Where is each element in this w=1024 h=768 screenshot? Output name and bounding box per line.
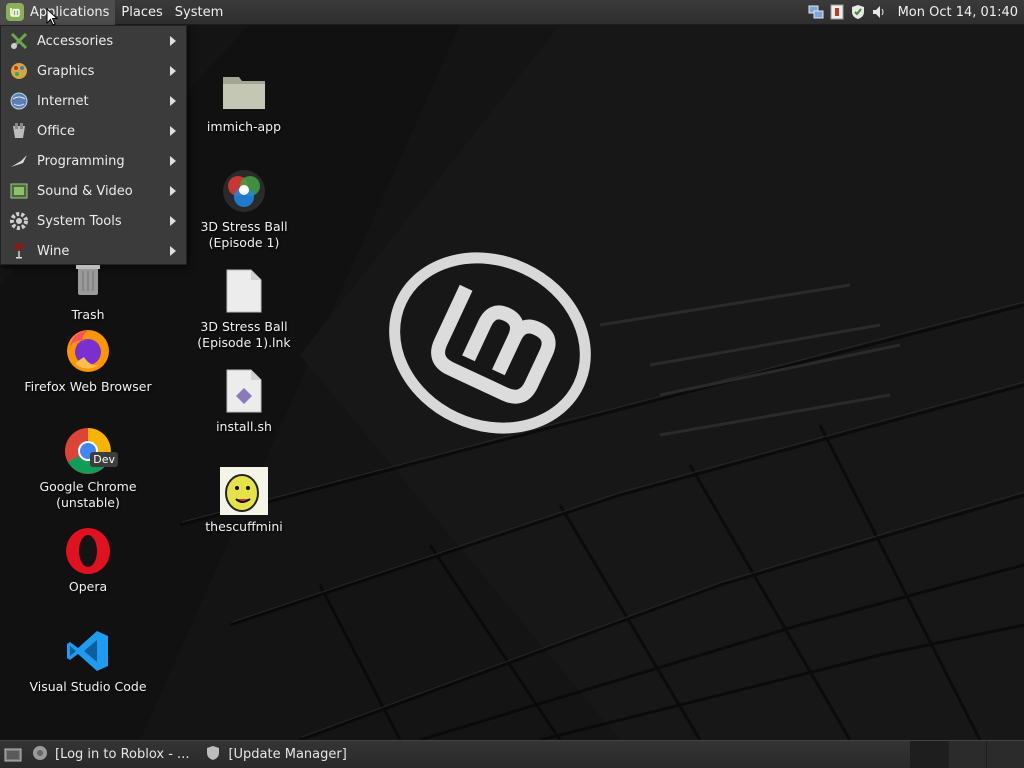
- script-icon: [220, 367, 268, 415]
- desktop-icon-install-sh[interactable]: install.sh: [169, 367, 319, 435]
- chrome-dev-icon: Dev: [64, 427, 118, 475]
- mint-menu-icon: [6, 3, 24, 21]
- vscode-icon: [64, 627, 112, 675]
- applications-menu: Accessories Graphics Internet Office Pro…: [0, 25, 187, 265]
- menu-item-sound-video[interactable]: Sound & Video: [1, 176, 186, 206]
- desktop-icon-label: Opera: [68, 579, 108, 594]
- desktop-icon-google-chrome-unstable[interactable]: Dev Google Chrome (unstable): [13, 427, 163, 511]
- dev-badge: Dev: [90, 452, 118, 467]
- desktop-icon-visual-studio-code[interactable]: Visual Studio Code: [13, 627, 163, 695]
- desktop-icon-opera[interactable]: Opera: [13, 527, 163, 595]
- desktop-icon-label: 3D Stress Ball (Episode 1).lnk: [197, 319, 291, 350]
- internet-icon: [8, 90, 30, 112]
- office-icon: [8, 120, 30, 142]
- menu-item-label: Internet: [37, 93, 89, 109]
- network-icon[interactable]: [808, 4, 824, 20]
- taskbar-button-label: [Log in to Roblox - ...: [55, 747, 190, 762]
- desktop-icon-trash[interactable]: Trash: [13, 255, 163, 323]
- menu-item-accessories[interactable]: Accessories: [1, 26, 186, 56]
- mouse-cursor-icon: [46, 8, 58, 26]
- folder-icon: [220, 67, 268, 115]
- menu-item-system-tools[interactable]: System Tools: [1, 206, 186, 236]
- submenu-arrow-icon: [170, 156, 176, 166]
- system-tools-icon: [8, 210, 30, 232]
- desktop-icon-firefox[interactable]: Firefox Web Browser: [13, 327, 163, 395]
- programming-icon: [8, 150, 30, 172]
- desktop-icon-label: thescuffmini: [205, 519, 283, 534]
- menu-item-programming[interactable]: Programming: [1, 146, 186, 176]
- file-icon: [220, 267, 268, 315]
- chrome-icon: [32, 745, 48, 765]
- menu-item-internet[interactable]: Internet: [1, 86, 186, 116]
- desktop-icon-label: install.sh: [216, 419, 272, 434]
- trash-icon: [64, 255, 112, 303]
- top-panel: Applications Places System Mon Oct 14, 0…: [0, 0, 1024, 25]
- menu-item-label: Office: [37, 123, 75, 139]
- workspace-2[interactable]: [948, 740, 986, 768]
- graphics-icon: [8, 60, 30, 82]
- menu-item-office[interactable]: Office: [1, 116, 186, 146]
- desktop-icon-label: Firefox Web Browser: [24, 379, 152, 394]
- menu-item-label: Graphics: [37, 63, 95, 79]
- clock[interactable]: Mon Oct 14, 01:40: [898, 5, 1018, 20]
- desktop-icon-3d-stress-ball-lnk[interactable]: 3D Stress Ball (Episode 1).lnk: [169, 267, 319, 351]
- volume-icon[interactable]: [871, 4, 887, 20]
- update-shield-icon[interactable]: [850, 4, 866, 20]
- accessories-icon: [8, 30, 30, 52]
- submenu-arrow-icon: [170, 36, 176, 46]
- desktop-icon-label: Trash: [71, 307, 105, 322]
- desktop-icon-label: Visual Studio Code: [29, 679, 147, 694]
- menu-item-graphics[interactable]: Graphics: [1, 56, 186, 86]
- menu-item-label: System Tools: [37, 213, 122, 229]
- taskbar-button-roblox[interactable]: [Log in to Roblox - ...: [24, 743, 197, 767]
- linux-mint-logo: [389, 252, 591, 434]
- stress-ball-icon: [220, 167, 268, 215]
- menu-item-label: Programming: [37, 153, 125, 169]
- workspace-3[interactable]: [986, 740, 1024, 768]
- sound-video-icon: [8, 180, 30, 202]
- opera-icon: [64, 527, 112, 575]
- system-menu-button[interactable]: System: [169, 0, 229, 25]
- show-desktop-icon: [4, 748, 22, 761]
- system-tray: Mon Oct 14, 01:40: [808, 4, 1024, 20]
- taskbar-button-label: [Update Manager]: [228, 747, 347, 762]
- menu-item-label: Sound & Video: [37, 183, 133, 199]
- desktop-icon-label: 3D Stress Ball (Episode 1): [200, 219, 288, 250]
- shield-icon: [205, 745, 221, 765]
- workspace-switcher: [910, 740, 1024, 768]
- taskbar-button-update-manager[interactable]: [Update Manager]: [197, 743, 354, 767]
- desktop-icon-3d-stress-ball[interactable]: 3D Stress Ball (Episode 1): [169, 167, 319, 251]
- menu-item-label: Accessories: [37, 33, 114, 49]
- desktop-icon-label: Google Chrome (unstable): [39, 479, 137, 510]
- firefox-icon: [64, 327, 112, 375]
- desktop-icon-thescuffmini[interactable]: thescuffmini: [169, 467, 319, 535]
- places-menu-button[interactable]: Places: [115, 0, 168, 25]
- workspace-1[interactable]: [910, 740, 948, 768]
- image-thumbnail-icon: [220, 467, 268, 515]
- applications-menu-label: Applications: [30, 4, 110, 20]
- show-desktop-button[interactable]: [2, 744, 24, 766]
- bottom-panel: [Log in to Roblox - ... [Update Manager]: [0, 740, 1024, 768]
- desktop-icon-label: immich-app: [206, 119, 282, 134]
- clipboard-icon[interactable]: [829, 4, 845, 20]
- desktop-icon-immich-app[interactable]: immich-app: [169, 67, 319, 135]
